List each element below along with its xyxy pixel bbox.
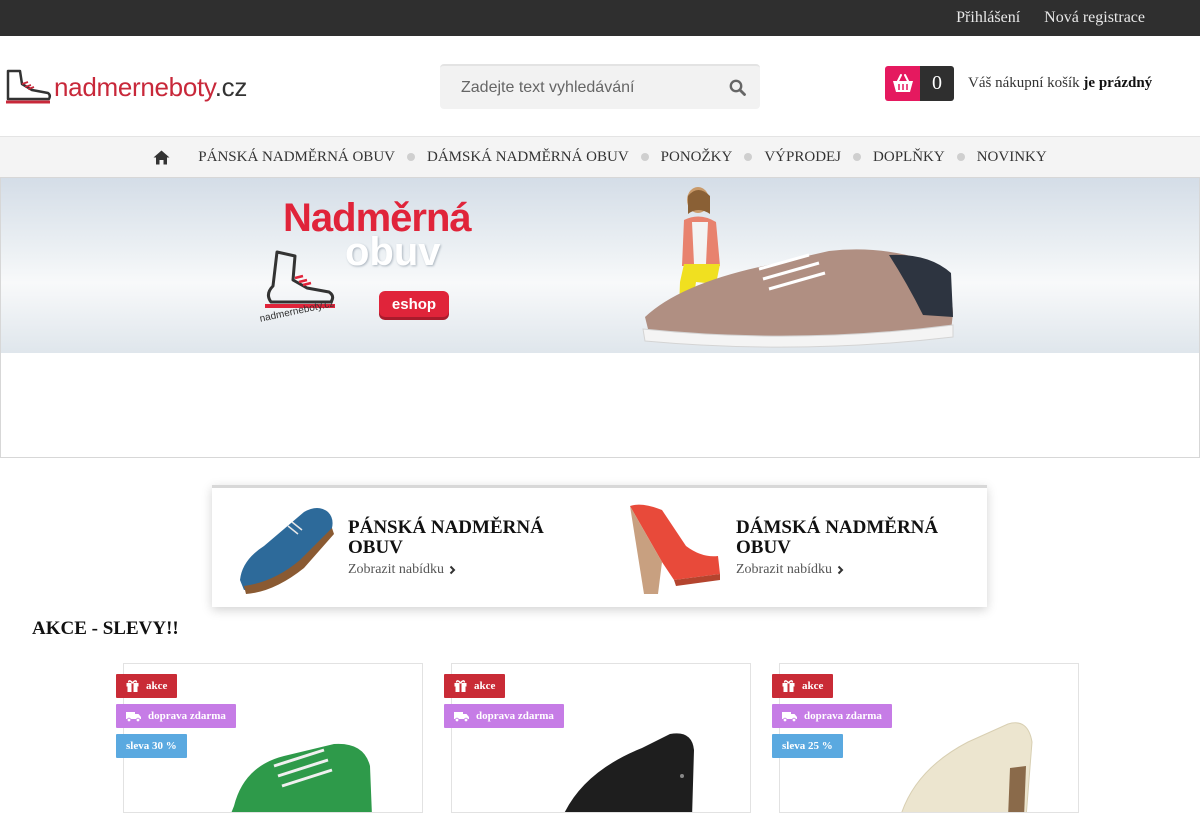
promo-badge-label: akce xyxy=(474,680,496,692)
nav-item-panska[interactable]: PÁNSKÁ NADMĚRNÁ OBUV xyxy=(198,149,395,166)
cart-status-prefix: Váš nákupní košík xyxy=(968,75,1080,91)
cart-status-value: je prázdný xyxy=(1083,75,1153,91)
free-shipping-badge: doprava zdarma xyxy=(772,704,892,728)
womens-shoe-image xyxy=(630,504,720,594)
truck-icon xyxy=(454,711,469,722)
section-title: AKCE - SLEVY!! xyxy=(32,618,179,639)
cart-count[interactable]: 0 xyxy=(920,66,954,101)
category-damska[interactable]: DÁMSKÁ NADMĚRNÁ OBUV Zobrazit nabídku xyxy=(622,498,946,598)
header: nadmerneboty.cz 0 Váš nákupní košík je p… xyxy=(0,36,1200,136)
main-nav: PÁNSKÁ NADMĚRNÁ OBUV DÁMSKÁ NADMĚRNÁ OBU… xyxy=(0,136,1200,177)
hero-banner[interactable]: Nadměrná obuv eshop nadmerneboty.cz xyxy=(1,178,1199,353)
nav-item-novinky[interactable]: NOVINKY xyxy=(977,149,1047,166)
show-offer-label: Zobrazit nabídku xyxy=(736,562,833,577)
nav-item-doplnky[interactable]: DOPLŇKY xyxy=(873,149,945,166)
search-input[interactable] xyxy=(461,78,729,97)
cart[interactable]: 0 Váš nákupní košík je prázdný xyxy=(885,66,1152,101)
banner-eshop-button[interactable]: eshop xyxy=(379,291,449,317)
discount-badge: sleva 25 % xyxy=(772,734,843,758)
discount-label: sleva 25 % xyxy=(782,740,833,752)
gift-icon xyxy=(454,680,467,692)
free-shipping-label: doprava zdarma xyxy=(148,710,226,722)
free-shipping-badge: doprava zdarma xyxy=(116,704,236,728)
truck-icon xyxy=(126,711,141,722)
site-logo[interactable]: nadmerneboty.cz xyxy=(2,68,247,106)
home-icon[interactable] xyxy=(153,150,170,165)
promo-badge: akce xyxy=(116,674,178,698)
promo-badge: akce xyxy=(772,674,834,698)
free-shipping-badge: doprava zdarma xyxy=(444,704,564,728)
show-offer-link[interactable]: Zobrazit nabídku xyxy=(348,562,558,578)
logo-text-main: nadmerneboty xyxy=(54,71,215,102)
mens-shoe-image xyxy=(240,508,334,594)
category-box: PÁNSKÁ NADMĚRNÁ OBUV Zobrazit nabídku DÁ… xyxy=(212,485,987,607)
nav-separator xyxy=(744,153,753,161)
logo-text-domain: .cz xyxy=(214,71,248,102)
discount-label: sleva 30 % xyxy=(126,740,177,752)
promo-badge-label: akce xyxy=(802,680,824,692)
free-shipping-label: doprava zdarma xyxy=(804,710,882,722)
nav-separator xyxy=(853,153,862,161)
boot-logo-icon xyxy=(6,69,52,104)
chevron-right-icon xyxy=(449,565,456,575)
nav-item-vyprodej[interactable]: VÝPRODEJ xyxy=(764,149,841,166)
cream-shoe-image xyxy=(901,722,1033,812)
cart-status: Váš nákupní košík je prázdný xyxy=(968,75,1152,92)
category-title: PÁNSKÁ NADMĚRNÁ OBUV xyxy=(348,517,544,558)
banner-title-line2: obuv xyxy=(345,230,441,274)
register-link[interactable]: Nová registrace xyxy=(1044,9,1145,27)
chevron-right-icon xyxy=(837,565,844,575)
cart-icon[interactable] xyxy=(885,66,920,101)
sneaker-image xyxy=(642,249,954,348)
free-shipping-label: doprava zdarma xyxy=(476,710,554,722)
nav-separator xyxy=(956,153,965,161)
search-icon[interactable] xyxy=(729,79,746,96)
nav-item-ponozky[interactable]: PONOŽKY xyxy=(661,149,733,166)
promo-badge: akce xyxy=(444,674,506,698)
show-offer-link[interactable]: Zobrazit nabídku xyxy=(736,562,946,578)
gift-icon xyxy=(782,680,795,692)
category-title: DÁMSKÁ NADMĚRNÁ OBUV xyxy=(736,517,939,558)
nav-separator xyxy=(406,153,415,161)
nav-separator xyxy=(640,153,649,161)
search-box xyxy=(440,64,760,109)
login-link[interactable]: Přihlášení xyxy=(956,9,1020,27)
category-panska[interactable]: PÁNSKÁ NADMĚRNÁ OBUV Zobrazit nabídku xyxy=(234,498,558,598)
banner-area: Nadměrná obuv eshop nadmerneboty.cz xyxy=(0,177,1200,458)
nav-item-damska[interactable]: DÁMSKÁ NADMĚRNÁ OBUV xyxy=(427,149,629,166)
gift-icon xyxy=(126,680,139,692)
green-sneaker-image xyxy=(231,743,372,812)
basket-icon xyxy=(892,73,913,92)
show-offer-label: Zobrazit nabídku xyxy=(348,562,445,577)
top-bar: Přihlášení Nová registrace xyxy=(0,0,1200,36)
promo-badge-label: akce xyxy=(146,680,168,692)
truck-icon xyxy=(782,711,797,722)
black-shoe-image xyxy=(564,733,694,812)
logo-text: nadmerneboty.cz xyxy=(54,72,247,103)
discount-badge: sleva 30 % xyxy=(116,734,187,758)
